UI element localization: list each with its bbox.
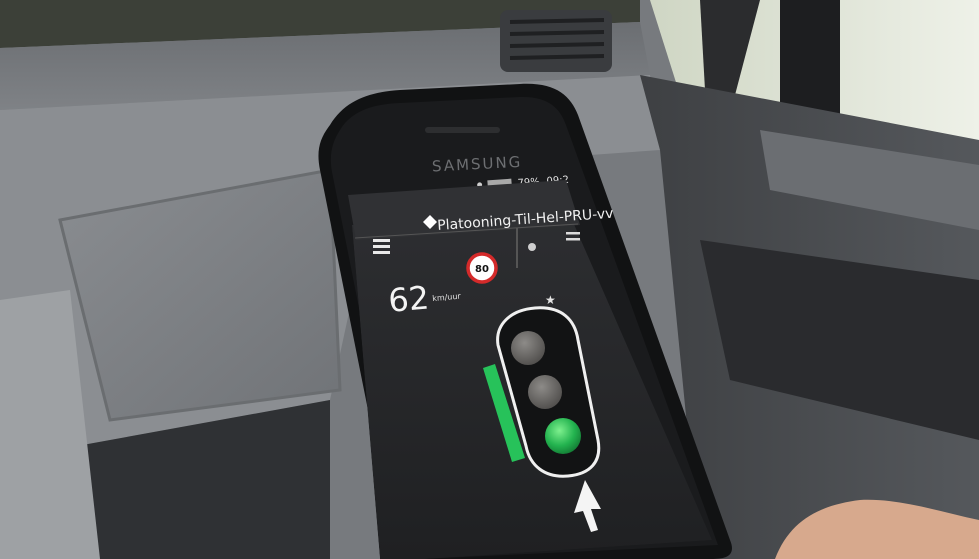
- speed-limit-sign: 80: [466, 252, 498, 284]
- signal-lamp-top: [511, 331, 545, 365]
- signal-lamp-green: [545, 418, 581, 454]
- satellite-icon: [528, 243, 536, 251]
- earpiece: [425, 127, 500, 133]
- speed-value: 62: [387, 278, 431, 319]
- photo-scene: SAMSUNG 79% 09:2 Platooning-Til-Hel-PR: [0, 0, 979, 559]
- window-pillar: [780, 0, 840, 120]
- speed-limit-value: 80: [475, 264, 489, 275]
- hamburger-menu-icon[interactable]: [373, 239, 390, 254]
- signal-lamp-middle: [528, 375, 562, 409]
- star-icon: ★: [545, 293, 556, 307]
- air-vent-icon: [500, 10, 612, 72]
- header-divider: [516, 228, 518, 268]
